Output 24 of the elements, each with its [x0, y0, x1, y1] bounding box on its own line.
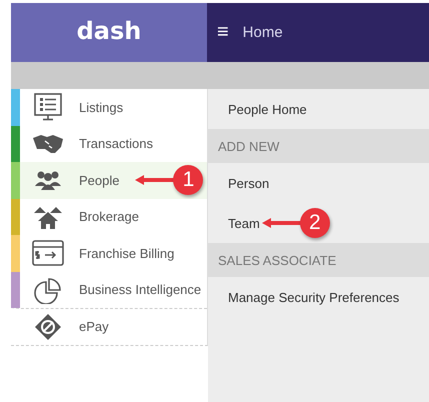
menu-label: ePay — [79, 319, 109, 334]
callout-arrow — [135, 174, 176, 186]
logo-text: dash — [76, 16, 142, 46]
menu-label: Transactions — [79, 136, 153, 152]
submenu-link[interactable]: Manage Security Preferences — [228, 290, 400, 304]
menu-label: People — [79, 172, 120, 188]
submenu-link[interactable]: Person — [228, 176, 270, 190]
page-title: Home — [242, 24, 283, 41]
section-heading: SALES ASSOCIATE — [208, 243, 429, 277]
billing-icon — [31, 239, 65, 268]
submenu-link[interactable]: People Home — [228, 102, 307, 116]
menu-label: Business Intelligence — [79, 282, 202, 298]
listings-icon — [31, 93, 65, 122]
menu-label: Franchise Billing — [79, 246, 174, 261]
callout-badge: 2 — [300, 208, 330, 238]
menu-label: Listings — [79, 100, 124, 115]
callout-arrow — [262, 217, 302, 229]
sidebar-item[interactable]: People 1 — [11, 162, 207, 198]
submenu-link[interactable]: Team — [228, 216, 260, 230]
section-heading: ADD NEW — [208, 129, 429, 163]
callout-badge: 1 — [173, 165, 204, 196]
menu-label: Brokerage — [79, 209, 139, 224]
menu-icon[interactable]: ≡ — [217, 21, 229, 44]
sidebar-item[interactable]: Brokerage — [11, 198, 207, 235]
